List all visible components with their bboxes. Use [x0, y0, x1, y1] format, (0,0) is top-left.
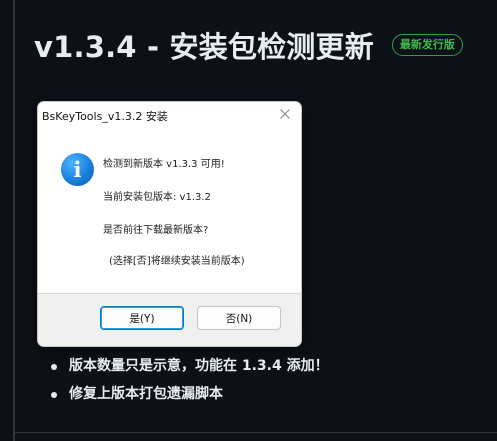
message-download-prompt: 是否前往下载最新版本?	[103, 225, 209, 236]
installer-update-dialog: BsKeyTools_v1.3.2 安装 i 检测到新版本 v1.3.3 可用!…	[37, 101, 302, 347]
no-button[interactable]: 否(N)	[197, 306, 281, 330]
info-icon-glyph: i	[73, 157, 82, 182]
message-current-version: 当前安装包版本: v1.3.2	[103, 192, 211, 203]
message-new-version: 检测到新版本 v1.3.3 可用!	[103, 159, 225, 170]
yes-button[interactable]: 是(Y)	[100, 306, 184, 330]
content-left-border	[13, 0, 15, 441]
close-icon[interactable]	[275, 104, 295, 124]
section-divider	[14, 432, 497, 433]
release-header: v1.3.4 - 安装包检测更新 最新发行版	[34, 22, 463, 68]
list-item: 版本数量只是示意，功能在 1.3.4 添加！	[48, 354, 329, 382]
release-note-text: 修复上版本打包遗漏脚本	[69, 386, 223, 402]
dialog-title: BsKeyTools_v1.3.2 安装	[42, 110, 168, 123]
release-note-text: 版本数量只是示意，功能在 1.3.4 添加！	[69, 358, 329, 374]
bullet-icon	[51, 364, 57, 370]
release-title: v1.3.4 - 安装包检测更新	[34, 30, 374, 64]
bullet-icon	[51, 392, 57, 398]
message-no-hint: (选择[否]将继续安装当前版本)	[109, 256, 245, 267]
latest-release-badge: 最新发行版	[391, 34, 463, 56]
info-icon: i	[61, 153, 94, 186]
dialog-button-bar: 是(Y) 否(N)	[38, 293, 301, 346]
list-item: 修复上版本打包遗漏脚本	[48, 382, 329, 410]
release-notes-list: 版本数量只是示意，功能在 1.3.4 添加！ 修复上版本打包遗漏脚本	[48, 354, 329, 410]
